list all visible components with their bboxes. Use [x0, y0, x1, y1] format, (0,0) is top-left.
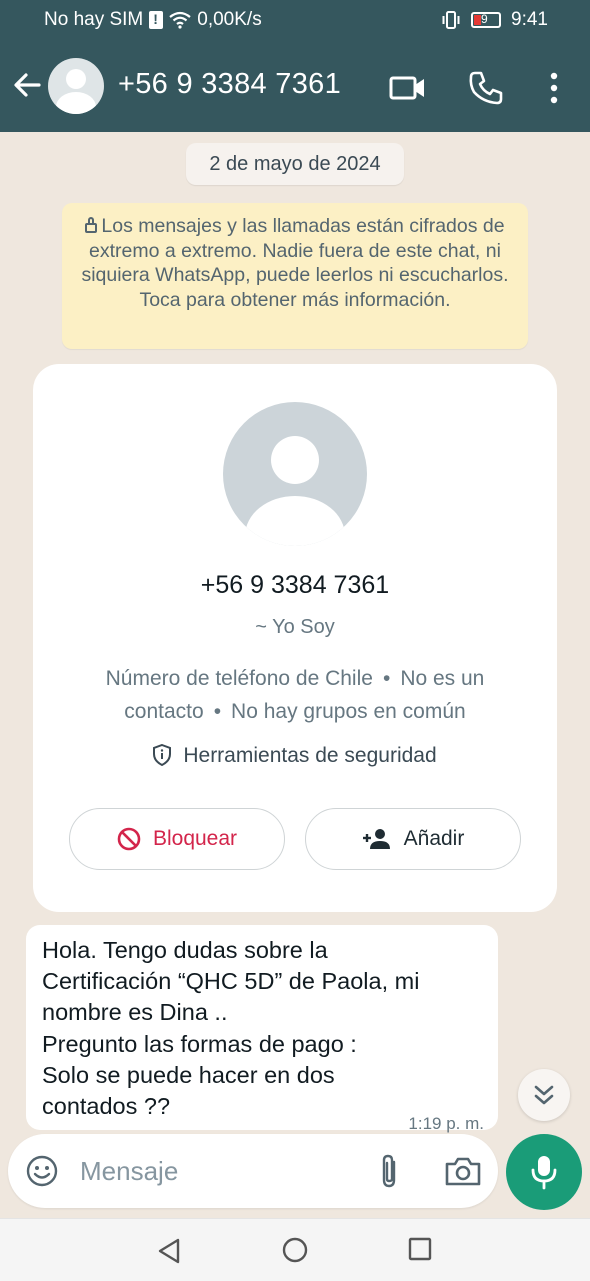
carrier-label: No hay SIM [44, 9, 144, 30]
status-bar: No hay SIM 0,00K/s 9 9:41 [0, 0, 590, 42]
card-details: Número de teléfono de Chile • No es un con… [73, 662, 517, 728]
shield-icon [153, 744, 172, 766]
system-nav-bar [0, 1218, 590, 1281]
block-icon [117, 827, 141, 851]
security-tools-label: Herramientas de seguridad [183, 744, 437, 767]
lock-icon [85, 217, 98, 233]
card-push-name: ~ Yo Soy [255, 616, 335, 638]
chat-header: +56 9 3384 7361 [0, 42, 590, 132]
nav-recents-icon[interactable] [408, 1237, 432, 1261]
clock: 9:41 [511, 9, 548, 30]
encryption-text: Los mensajes y las llamadas están cifrad… [81, 215, 509, 311]
contact-avatar-large [223, 402, 367, 546]
battery-level: 9 [481, 12, 488, 26]
separator: • [213, 700, 222, 723]
message-composer[interactable]: Mensaje [8, 1134, 498, 1208]
sim-alert-icon [149, 11, 164, 29]
mic-icon [531, 1156, 557, 1190]
add-contact-icon [362, 829, 390, 849]
battery-icon: 9 [471, 12, 502, 28]
contact-avatar[interactable] [48, 58, 104, 114]
message-input[interactable]: Mensaje [80, 1156, 178, 1187]
network-speed: 0,00K/s [197, 9, 262, 30]
block-label: Bloquear [152, 827, 238, 850]
block-button[interactable]: Bloquear [69, 808, 285, 870]
video-call-icon[interactable] [388, 68, 428, 108]
emoji-icon[interactable] [26, 1155, 58, 1187]
country-info: Número de teléfono de Chile [105, 667, 373, 690]
security-tools-link[interactable]: Herramientas de seguridad [33, 744, 557, 768]
scroll-down-icon [534, 1085, 554, 1105]
add-label: Añadir [403, 827, 465, 850]
encryption-notice[interactable]: Los mensajes y las llamadas están cifrad… [62, 203, 528, 349]
message-time: 1:19 p. m. [408, 1114, 484, 1133]
chat-area[interactable]: 2 de mayo de 2024 Los mensajes y las lla… [0, 132, 590, 1217]
card-phone: +56 9 3384 7361 [200, 571, 390, 599]
back-arrow-icon[interactable] [12, 68, 42, 102]
incoming-message[interactable]: Hola. Tengo dudas sobre la Certificación… [26, 925, 498, 1133]
phone-icon[interactable] [466, 68, 506, 108]
mic-button[interactable] [506, 1134, 582, 1210]
wifi-icon [169, 11, 191, 29]
groups-info: No hay grupos en común [231, 700, 466, 723]
date-chip: 2 de mayo de 2024 [186, 143, 404, 185]
contact-info-card: +56 9 3384 7361 ~ Yo Soy Número de teléf… [33, 364, 557, 912]
attach-icon[interactable] [376, 1152, 402, 1190]
add-contact-button[interactable]: Añadir [305, 808, 521, 870]
contact-title[interactable]: +56 9 3384 7361 [118, 68, 341, 101]
nav-back-icon[interactable] [156, 1237, 182, 1265]
vibrate-icon [442, 11, 460, 29]
camera-icon[interactable] [444, 1154, 482, 1188]
more-icon[interactable] [534, 68, 574, 108]
separator: • [382, 667, 391, 690]
message-text: Hola. Tengo dudas sobre la Certificación… [42, 937, 420, 1120]
scroll-down-button[interactable] [518, 1069, 570, 1121]
nav-home-icon[interactable] [282, 1237, 308, 1263]
